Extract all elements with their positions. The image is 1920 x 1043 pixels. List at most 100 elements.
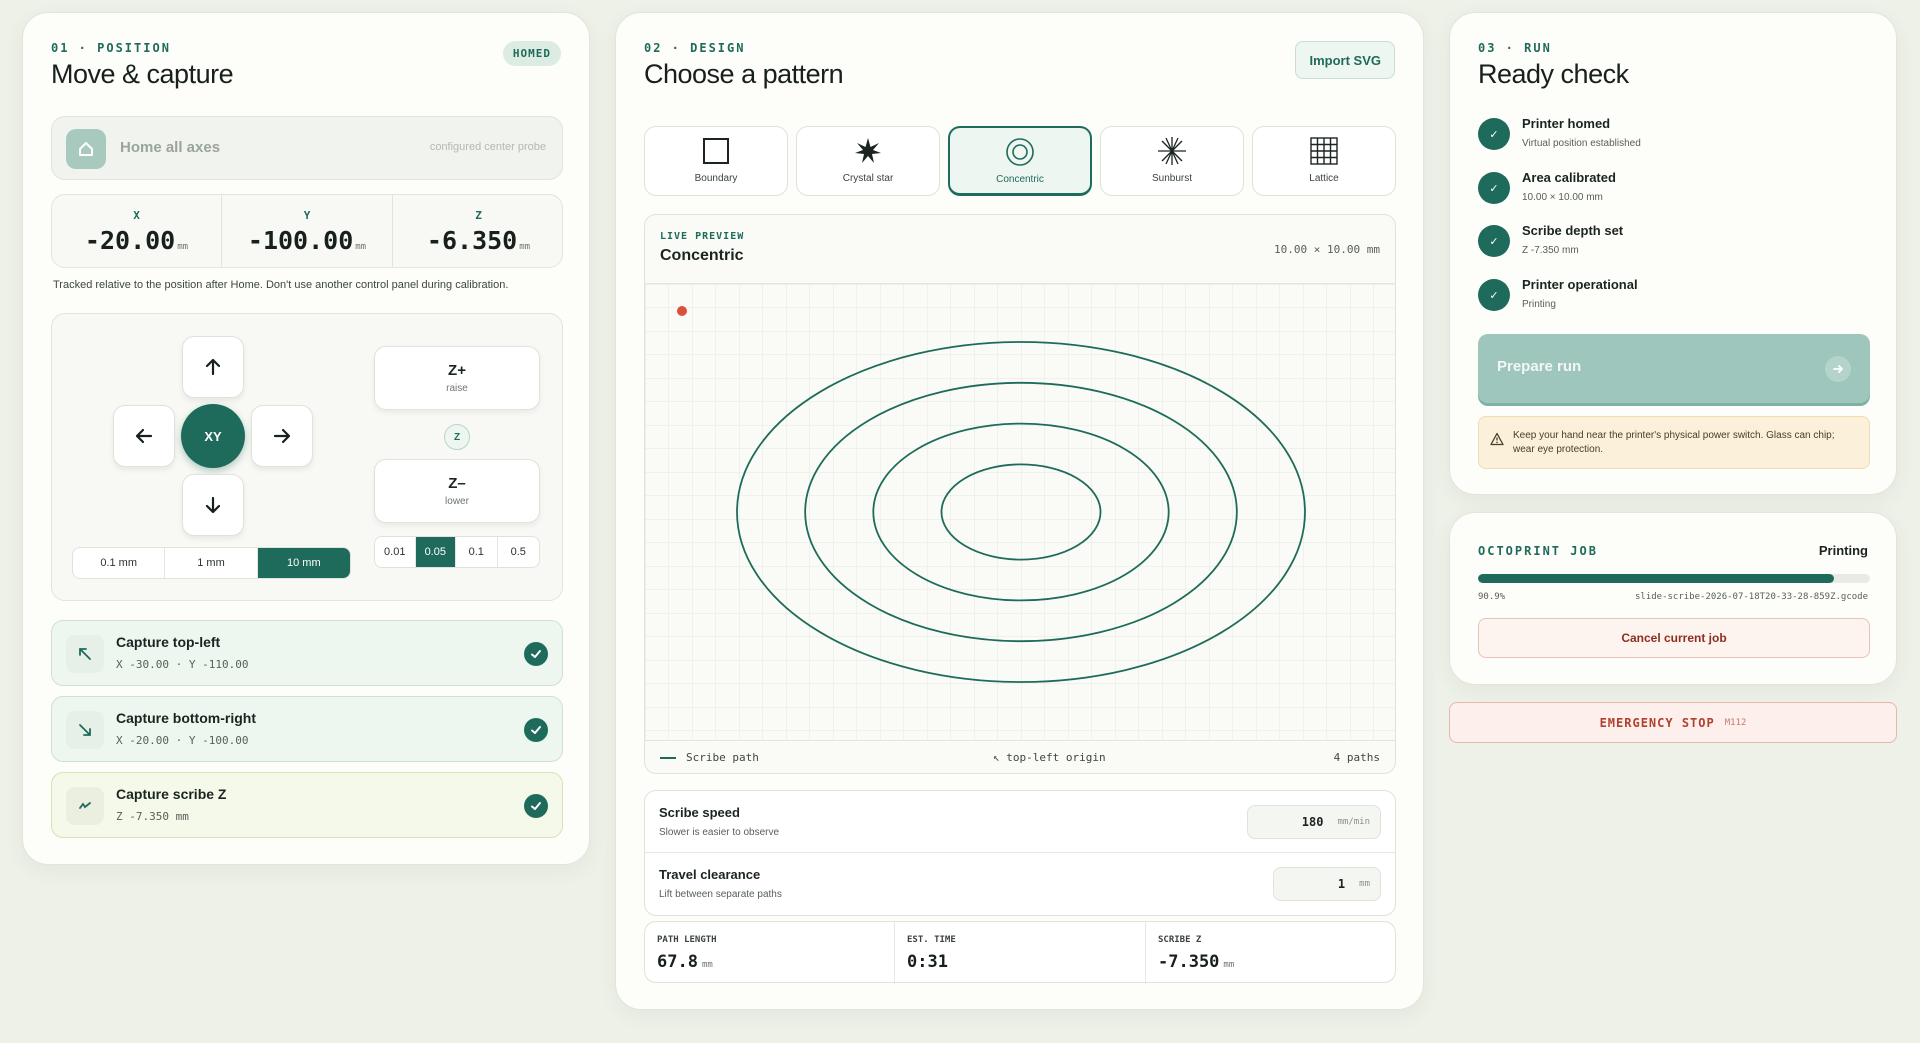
xy-step-0-1mm[interactable]: 0.1 mm [73, 548, 166, 578]
coordinates-readout: X -20.00 mm Y -100.00 mm Z -6.350 mm [51, 194, 563, 268]
job-progress-fill [1478, 574, 1835, 583]
job-progress-bar [1478, 574, 1870, 583]
emergency-stop-label: EMERGENCY STOP [1599, 715, 1715, 730]
position-title: Move & capture [51, 59, 234, 89]
z-step-0-1[interactable]: 0.1 [456, 537, 498, 567]
design-eyebrow: 02 · DESIGN [644, 41, 746, 55]
design-panel: 02 · DESIGN Choose a pattern Import SVG … [615, 12, 1424, 1010]
scribe-speed-row: Scribe speed Slower is easier to observe… [645, 791, 1395, 853]
job-filename: slide-scribe-2026-07-18T20-33-28-859Z.gc… [1635, 592, 1868, 602]
home-all-button[interactable]: Home all axes configured center probe [51, 116, 563, 180]
preview-pattern-name: Concentric [660, 247, 744, 264]
jog-up-button[interactable] [182, 336, 244, 398]
arrow-up-left-icon [66, 635, 104, 673]
scribe-head-marker [677, 306, 687, 316]
scribe-icon [66, 787, 104, 825]
run-title: Ready check [1478, 59, 1629, 89]
check-icon [524, 642, 548, 666]
preview-size: 10.00 × 10.00 mm [1274, 243, 1380, 256]
stat-path-length: PATH LENGTH 67.8 mm [645, 922, 895, 984]
prepare-run-button[interactable]: Prepare run [1478, 334, 1870, 403]
star-icon [855, 138, 881, 163]
octoprint-job-panel: OCTOPRINT JOB Printing 90.9% slide-scrib… [1449, 512, 1897, 685]
z-lower-button[interactable]: Z– lower [374, 459, 540, 523]
z-axis-indicator: Z [444, 424, 470, 450]
arrow-left-icon [135, 428, 153, 444]
coord-y-value: -100.00 [247, 226, 354, 255]
preview-eyebrow: LIVE PREVIEW [660, 231, 745, 242]
tracking-note: Tracked relative to the position after H… [53, 279, 509, 291]
xy-step-selector: 0.1 mm 1 mm 10 mm [72, 547, 351, 579]
check-icon: ✓ [1478, 172, 1510, 204]
home-all-label: Home all axes [120, 139, 221, 156]
arrow-right-icon [273, 428, 291, 444]
z-raise-button[interactable]: Z+ raise [374, 346, 540, 410]
check-icon [524, 794, 548, 818]
pattern-sunburst[interactable]: Sunburst [1100, 126, 1244, 196]
preview-canvas [645, 283, 1395, 741]
concentric-icon [1006, 138, 1034, 166]
z-step-0-01[interactable]: 0.01 [375, 537, 416, 567]
home-hint: configured center probe [429, 141, 546, 153]
square-icon [703, 138, 729, 164]
stat-scribe-z: SCRIBE Z -7.350 mm [1158, 935, 1235, 972]
arrow-down-icon [205, 496, 221, 514]
pattern-boundary[interactable]: Boundary [644, 126, 788, 196]
position-panel: 01 · POSITION Move & capture HOMED Home … [22, 12, 590, 865]
scribe-speed-input[interactable]: 180 mm/min [1247, 805, 1381, 839]
design-title: Choose a pattern [644, 59, 844, 89]
sunburst-icon [1158, 137, 1186, 165]
coord-x-value: -20.00 [84, 226, 176, 255]
lattice-icon [1310, 137, 1338, 165]
capture-scribe-z-button[interactable]: Capture scribe Z Z -7.350 mm [51, 772, 563, 838]
homed-badge: HOMED [502, 41, 561, 66]
travel-clearance-row: Travel clearance Lift between separate p… [645, 853, 1395, 915]
coord-y: Y -100.00 mm [222, 195, 393, 267]
check-icon: ✓ [1478, 279, 1510, 311]
arrow-up-icon [205, 358, 221, 376]
preview-legend: Scribe path [660, 751, 759, 764]
pattern-concentric[interactable]: Concentric [948, 126, 1092, 196]
preview-origin: ↖ top-left origin [993, 751, 1106, 764]
position-eyebrow: 01 · POSITION [51, 41, 171, 55]
xy-step-1mm[interactable]: 1 mm [165, 548, 258, 578]
job-state: Printing [1818, 543, 1868, 558]
xy-home-button[interactable]: XY [181, 404, 245, 468]
jog-right-button[interactable] [251, 405, 313, 467]
stat-est-time: EST. TIME 0:31 [895, 922, 1146, 984]
pattern-lattice[interactable]: Lattice [1252, 126, 1396, 196]
arrow-right-icon [1825, 356, 1851, 382]
preview-path-count: 4 paths [1333, 751, 1380, 764]
emergency-stop-code: M112 [1724, 717, 1747, 728]
cancel-job-button[interactable]: Cancel current job [1478, 618, 1870, 658]
emergency-stop-button[interactable]: EMERGENCY STOP M112 [1449, 702, 1897, 743]
coord-z: Z -6.350 mm [426, 209, 531, 255]
scribe-path-swatch [660, 756, 676, 759]
home-icon [66, 129, 106, 169]
xy-step-10mm[interactable]: 10 mm [257, 548, 350, 578]
live-preview: LIVE PREVIEW Concentric 10.00 × 10.00 mm… [644, 214, 1396, 774]
job-stats: PATH LENGTH 67.8 mm EST. TIME 0:31 SCRIBE Z… [644, 921, 1396, 984]
coord-z-value: -6.350 [426, 226, 518, 255]
jog-left-button[interactable] [113, 405, 175, 467]
capture-top-left-button[interactable]: Capture top-left X -30.00 · Y -110.00 [51, 620, 563, 686]
z-step-0-5[interactable]: 0.5 [498, 537, 539, 567]
warning-icon [1490, 432, 1504, 446]
run-eyebrow: 03 · RUN [1478, 41, 1552, 55]
import-svg-button[interactable]: Import SVG [1295, 41, 1395, 79]
z-step-selector: 0.01 0.05 0.1 0.5 [374, 536, 540, 568]
arrow-down-right-icon [66, 711, 104, 749]
settings-list: Scribe speed Slower is easier to observe… [644, 790, 1396, 916]
check-icon: ✓ [1478, 118, 1510, 150]
coord-x: X -20.00 mm [52, 195, 222, 267]
pattern-crystal-star[interactable]: Crystal star [796, 126, 940, 196]
travel-clearance-input[interactable]: 1 mm [1273, 867, 1381, 901]
run-panel: 03 · RUN Ready check ✓ Printer homed Virtu… [1449, 12, 1897, 495]
check-icon [524, 718, 548, 742]
jog-down-button[interactable] [182, 474, 244, 536]
z-step-0-05[interactable]: 0.05 [415, 537, 457, 567]
capture-bottom-right-button[interactable]: Capture bottom-right X -20.00 · Y -100.0… [51, 696, 563, 762]
job-title: OCTOPRINT JOB [1478, 544, 1598, 558]
jog-controls: XY 0.1 mm 1 mm 10 mm Z+ raise Z Z– lower… [51, 313, 563, 601]
safety-warning: Keep your hand near the printer's physic… [1478, 416, 1870, 469]
